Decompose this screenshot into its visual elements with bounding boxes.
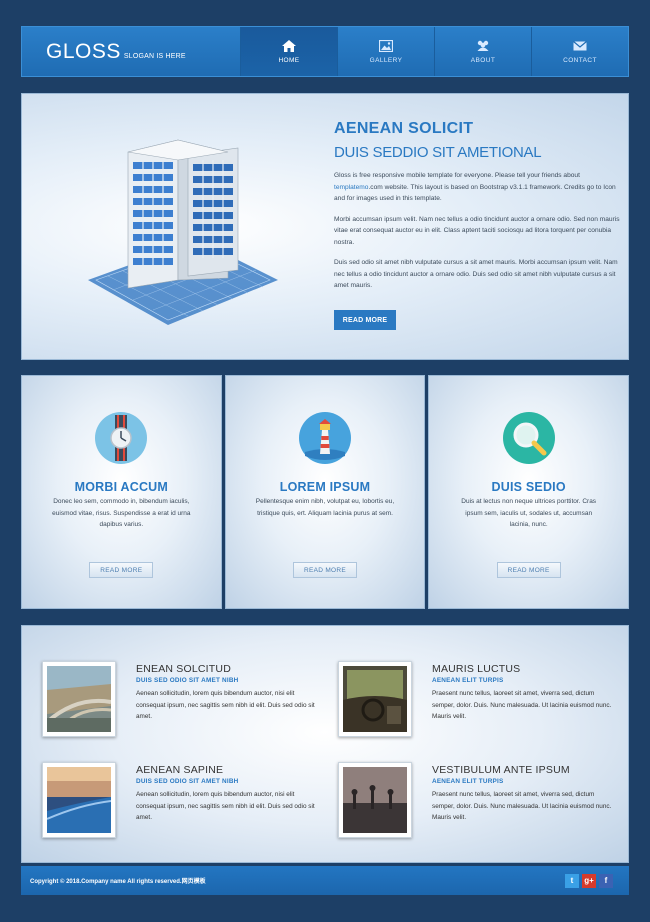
- hero-paragraph-1: Gloss is free responsive mobile template…: [334, 170, 622, 205]
- hero-paragraph-3: Duis sed odio sit amet nibh vulputate cu…: [334, 259, 618, 289]
- social-links: t g+ f: [565, 873, 613, 888]
- nav-home-label: HOME: [278, 56, 300, 64]
- news-item: VESTIBULUM ANTE IPSUM AENEAN ELIT TURPIS…: [338, 762, 628, 842]
- news-item: AENEAN SAPINE DUIS SED ODIO SIT AMET NIB…: [42, 762, 332, 842]
- news-thumbnail[interactable]: [338, 661, 412, 737]
- news-thumbnail[interactable]: [42, 661, 116, 737]
- news-title[interactable]: VESTIBULUM ANTE IPSUM: [432, 764, 612, 776]
- main-nav: HOME GALLERY ABOUT CONTACT: [240, 27, 628, 76]
- hero-read-more-button[interactable]: READ MORE: [334, 310, 396, 330]
- feature-card: MORBI ACCUM Donec leo sem, commodo in, b…: [21, 375, 222, 609]
- site-slogan: SLOGAN IS HERE: [123, 53, 186, 60]
- image-icon: [379, 39, 393, 52]
- news-subtitle: DUIS SED ODIO SIT AMET NIBH: [136, 677, 239, 684]
- dusk-photo: [343, 767, 407, 833]
- nav-gallery[interactable]: GALLERY: [337, 27, 434, 76]
- news-text: VESTIBULUM ANTE IPSUM AENEAN ELIT TURPIS…: [432, 764, 612, 824]
- news-subtitle: AENEAN ELIT TURPIS: [432, 778, 504, 785]
- news-description: Praesent nunc tellus, laoreet sit amet, …: [432, 690, 612, 720]
- news-section: ENEAN SOLCITUD DUIS SED ODIO SIT AMET NI…: [21, 625, 629, 863]
- users-icon: [477, 40, 489, 51]
- news-item: ENEAN SOLCITUD DUIS SED ODIO SIT AMET NI…: [42, 661, 332, 741]
- news-subtitle: AENEAN ELIT TURPIS: [432, 677, 504, 684]
- templatemo-link[interactable]: templatemo: [334, 184, 368, 191]
- watch-icon: [95, 412, 148, 464]
- hero-paragraph-2: Morbi accumsan ipsum velit. Nam nec tell…: [334, 215, 620, 246]
- copyright-text: Copyright © 2018.Company name All rights…: [30, 879, 206, 885]
- feature-card: DUIS SEDIO Duis at lectus non neque ultr…: [428, 375, 630, 609]
- site-footer: Copyright © 2018.Company name All rights…: [21, 866, 629, 895]
- facebook-icon[interactable]: f: [599, 873, 613, 888]
- lighthouse-icon: [299, 412, 351, 464]
- nav-about[interactable]: ABOUT: [434, 27, 531, 76]
- google-plus-icon[interactable]: g+: [582, 873, 596, 888]
- feature-description: Duis at lectus non neque ultrices portti…: [461, 498, 597, 528]
- feature-title: DUIS SEDIO: [491, 480, 566, 494]
- site-logo[interactable]: GLOSS: [46, 40, 121, 64]
- features-section: MORBI ACCUM Donec leo sem, commodo in, b…: [21, 375, 630, 609]
- nav-home[interactable]: HOME: [240, 27, 337, 76]
- feature-description: Pellentesque enim nibh, volutpat eu, lob…: [255, 498, 395, 517]
- feature-read-more-button[interactable]: READ MORE: [293, 562, 357, 578]
- news-text: AENEAN SAPINE DUIS SED ODIO SIT AMET NIB…: [136, 764, 316, 824]
- hero-subtitle: DUIS SEDDIO SIT AMETIONAL: [334, 144, 542, 161]
- nav-about-label: ABOUT: [470, 56, 496, 64]
- nav-gallery-label: GALLERY: [369, 56, 403, 64]
- nav-contact-label: CONTACT: [563, 56, 597, 64]
- news-subtitle: DUIS SED ODIO SIT AMET NIBH: [136, 778, 239, 785]
- news-description: Praesent nunc tellus, laoreet sit amet, …: [432, 791, 612, 821]
- news-thumbnail[interactable]: [42, 762, 116, 838]
- highway-photo: [47, 666, 111, 732]
- feature-title: MORBI ACCUM: [74, 480, 169, 494]
- feature-read-more-button[interactable]: READ MORE: [89, 562, 154, 578]
- news-title[interactable]: ENEAN SOLCITUD: [136, 663, 316, 675]
- hero-p1-text-end: .com website. This layout is based on Bo…: [334, 183, 616, 203]
- news-title[interactable]: AENEAN SAPINE: [136, 764, 316, 776]
- news-text: MAURIS LUCTUS AENEAN ELIT TURPIS Praesen…: [432, 663, 612, 723]
- news-thumbnail[interactable]: [338, 762, 412, 838]
- site-header: GLOSS SLOGAN IS HERE HOME GALLERY ABOUT …: [21, 26, 629, 77]
- feature-description: Donec leo sem, commodo in, bibendum iacu…: [52, 498, 191, 528]
- hero-p1-text: Gloss is free responsive mobile template…: [334, 172, 580, 179]
- feature-read-more-button[interactable]: READ MORE: [496, 562, 561, 578]
- news-description: Aenean sollicitudin, lorem quis bibendum…: [136, 690, 315, 720]
- feature-card: LOREM IPSUM Pellentesque enim nibh, volu…: [224, 375, 426, 609]
- hero-title: AENEAN SOLICIT: [334, 120, 474, 137]
- feature-title: LOREM IPSUM: [279, 480, 371, 494]
- waterfront-photo: [47, 767, 111, 833]
- hero-content: AENEAN SOLICIT DUIS SEDDIO SIT AMETIONAL…: [334, 120, 622, 330]
- news-item: MAURIS LUCTUS AENEAN ELIT TURPIS Praesen…: [338, 661, 628, 741]
- nav-contact[interactable]: CONTACT: [531, 27, 628, 76]
- hero-section: AENEAN SOLICIT DUIS SEDDIO SIT AMETIONAL…: [21, 93, 629, 360]
- envelope-icon: [573, 40, 587, 50]
- twitter-icon[interactable]: t: [565, 873, 579, 888]
- news-title[interactable]: MAURIS LUCTUS: [432, 663, 612, 675]
- search-icon: [502, 412, 555, 464]
- news-description: Aenean sollicitudin, lorem quis bibendum…: [136, 791, 315, 821]
- news-text: ENEAN SOLCITUD DUIS SED ODIO SIT AMET NI…: [136, 663, 316, 723]
- building-illustration: [88, 139, 278, 325]
- home-icon: [282, 39, 296, 52]
- brand[interactable]: GLOSS SLOGAN IS HERE: [22, 27, 240, 76]
- car-interior-photo: [343, 666, 407, 732]
